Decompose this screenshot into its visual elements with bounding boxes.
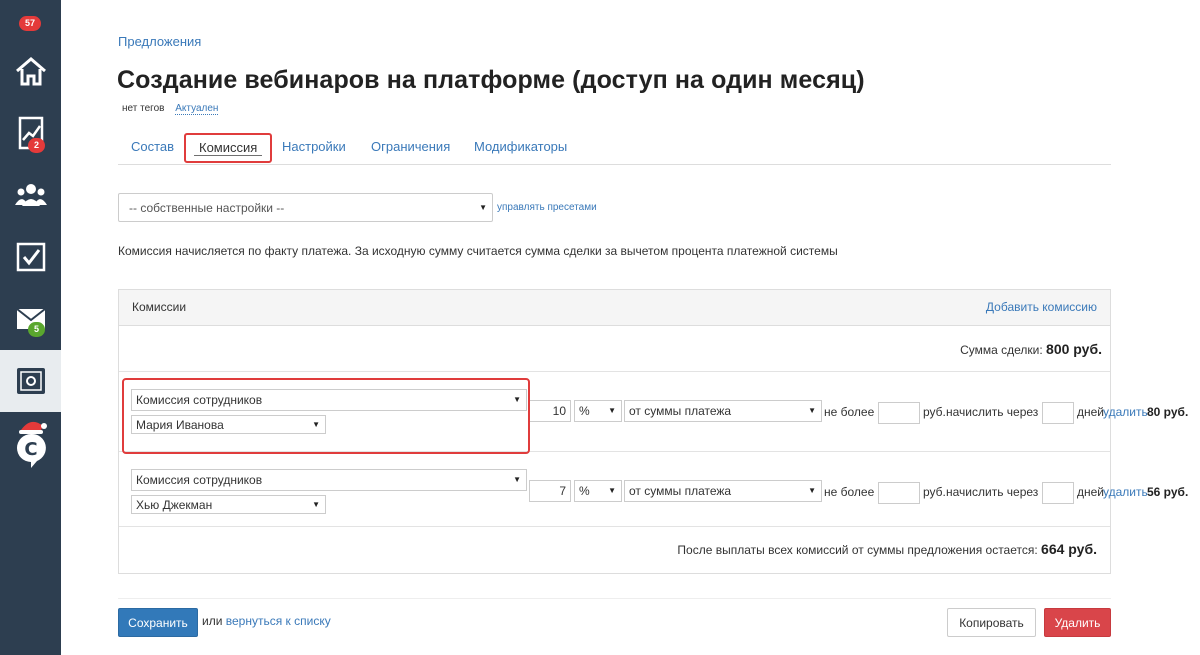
delete-commission-link[interactable]: удалить bbox=[1103, 485, 1148, 499]
home-icon bbox=[15, 57, 46, 86]
sidebar: 57 2 5 C bbox=[0, 0, 61, 655]
tags-label: нет тегов bbox=[122, 103, 165, 114]
delay-label: начислить через bbox=[946, 405, 1039, 419]
tab-settings[interactable]: Настройки bbox=[282, 139, 346, 154]
days-label: дней bbox=[1077, 485, 1105, 499]
panel-header: Комиссии Добавить комиссию bbox=[119, 290, 1110, 326]
tab-commission[interactable]: Комиссия bbox=[184, 133, 273, 163]
safe-icon bbox=[16, 368, 45, 394]
basis-select[interactable]: от суммы платежа ▼ bbox=[624, 480, 822, 502]
preset-select-value: -- собственные настройки -- bbox=[129, 201, 285, 215]
chevron-down-icon: ▼ bbox=[312, 499, 320, 509]
basis-value: от суммы платежа bbox=[629, 404, 732, 418]
sidebar-item-reports[interactable]: 2 bbox=[0, 102, 61, 164]
tab-restrictions[interactable]: Ограничения bbox=[371, 139, 450, 154]
highlight-frame bbox=[122, 378, 530, 454]
panel-title: Комиссии bbox=[132, 300, 187, 314]
footer-text: или вернуться к списку bbox=[202, 614, 331, 628]
sidebar-item-users[interactable] bbox=[0, 164, 61, 226]
max-label: не более bbox=[824, 485, 875, 499]
deal-sum: Сумма сделки: 800 руб. bbox=[960, 341, 1102, 357]
commission-type-select[interactable]: Комиссия сотрудников ▼ bbox=[131, 469, 527, 491]
deal-sum-value: 800 руб. bbox=[1046, 341, 1102, 357]
mail-badge: 5 bbox=[28, 322, 46, 337]
tab-modifiers[interactable]: Модификаторы bbox=[474, 139, 567, 154]
manage-presets-link[interactable]: управлять пресетами bbox=[497, 202, 597, 213]
unit-select[interactable]: % ▼ bbox=[574, 480, 622, 502]
max-label: не более bbox=[824, 405, 875, 419]
status-link[interactable]: Актуален bbox=[175, 103, 219, 115]
unit-value: % bbox=[579, 484, 590, 498]
commission-amount: 80 руб. bbox=[1147, 405, 1189, 419]
deal-sum-label: Сумма сделки: bbox=[960, 343, 1043, 357]
info-text: Комиссия начисляется по факту платежа. З… bbox=[118, 244, 838, 258]
remaining-value: 664 руб. bbox=[1041, 541, 1097, 557]
delete-button[interactable]: Удалить bbox=[1044, 608, 1111, 637]
chevron-down-icon: ▼ bbox=[608, 486, 616, 495]
preset-select[interactable]: -- собственные настройки -- ▼ bbox=[118, 193, 493, 222]
sidebar-item-tasks[interactable] bbox=[0, 226, 61, 288]
commission-type-value: Комиссия сотрудников bbox=[136, 473, 263, 487]
tags-line: нет тегов Актуален bbox=[122, 103, 219, 115]
svg-text:C: C bbox=[24, 439, 37, 460]
breadcrumb[interactable]: Предложения bbox=[118, 34, 201, 49]
tabs: Состав Комиссия Настройки Ограничения Мо… bbox=[118, 132, 1111, 165]
delay-label: начислить через bbox=[946, 485, 1039, 499]
add-commission-link[interactable]: Добавить комиссию bbox=[986, 300, 1097, 314]
chevron-down-icon: ▼ bbox=[479, 202, 487, 212]
copy-button[interactable]: Копировать bbox=[947, 608, 1036, 637]
row-divider bbox=[119, 526, 1110, 527]
reports-badge: 2 bbox=[28, 138, 46, 153]
commission-amount: 56 руб. bbox=[1147, 485, 1189, 499]
delay-input[interactable] bbox=[1042, 482, 1074, 504]
employee-select[interactable]: Хью Джекман ▼ bbox=[131, 495, 326, 514]
save-button[interactable]: Сохранить bbox=[118, 608, 198, 637]
days-label: дней bbox=[1077, 405, 1105, 419]
row-divider bbox=[119, 371, 1110, 372]
percent-input[interactable]: 10 bbox=[529, 400, 571, 422]
unit-value: % bbox=[579, 404, 590, 418]
max-input[interactable] bbox=[878, 482, 920, 504]
logo-icon: C bbox=[16, 421, 47, 468]
sidebar-item-top[interactable]: 57 bbox=[0, 0, 61, 40]
tab-composition[interactable]: Состав bbox=[131, 139, 174, 154]
or-label: или bbox=[202, 614, 223, 628]
employee-value: Хью Джекман bbox=[136, 498, 213, 512]
users-icon bbox=[14, 184, 47, 206]
percent-input[interactable]: 7 bbox=[529, 480, 571, 502]
sidebar-item-logo[interactable]: C bbox=[0, 412, 61, 472]
sidebar-item-home[interactable] bbox=[0, 40, 61, 102]
page-title: Создание вебинаров на платформе (доступ … bbox=[117, 66, 865, 94]
basis-select[interactable]: от суммы платежа ▼ bbox=[624, 400, 822, 422]
chevron-down-icon: ▼ bbox=[808, 406, 816, 415]
checkbox-icon bbox=[16, 242, 45, 272]
back-to-list-link[interactable]: вернуться к списку bbox=[226, 614, 331, 628]
remaining-sum: После выплаты всех комиссий от суммы пре… bbox=[677, 541, 1097, 557]
footer-divider bbox=[118, 598, 1111, 599]
unit-select[interactable]: % ▼ bbox=[574, 400, 622, 422]
notifications-badge: 57 bbox=[19, 16, 42, 31]
delay-input[interactable] bbox=[1042, 402, 1074, 424]
currency-label: руб. bbox=[923, 485, 946, 499]
basis-value: от суммы платежа bbox=[629, 484, 732, 498]
chevron-down-icon: ▼ bbox=[808, 486, 816, 495]
chevron-down-icon: ▼ bbox=[608, 406, 616, 415]
delete-commission-link[interactable]: удалить bbox=[1103, 405, 1148, 419]
sidebar-item-mail[interactable]: 5 bbox=[0, 288, 61, 350]
remaining-label: После выплаты всех комиссий от суммы пре… bbox=[677, 543, 1038, 557]
chevron-down-icon: ▼ bbox=[513, 475, 521, 484]
max-input[interactable] bbox=[878, 402, 920, 424]
currency-label: руб. bbox=[923, 405, 946, 419]
sidebar-item-products[interactable] bbox=[0, 350, 61, 412]
